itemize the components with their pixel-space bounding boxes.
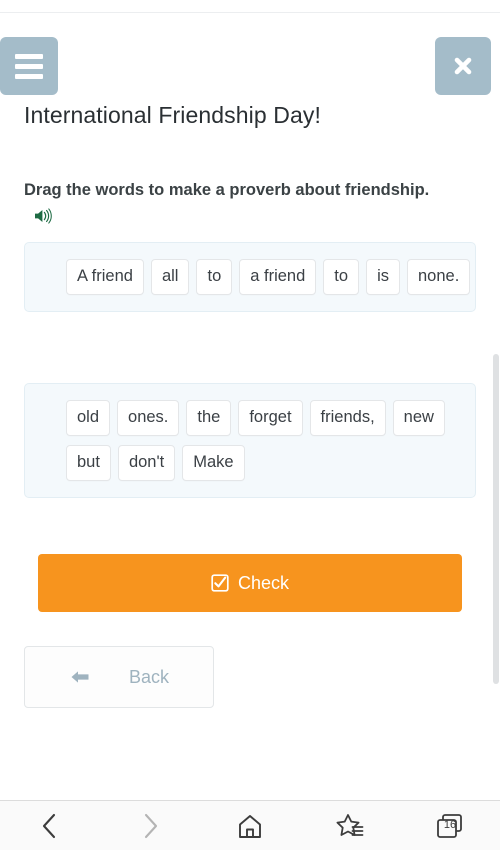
answer-word-chip[interactable]: A friend bbox=[66, 259, 144, 295]
chevron-right-icon bbox=[144, 813, 158, 838]
word-bank-chip[interactable]: new bbox=[392, 400, 445, 436]
answer-word-chip[interactable]: none. bbox=[406, 259, 471, 295]
close-button[interactable] bbox=[435, 37, 491, 95]
page-scrollbar-thumb[interactable] bbox=[493, 354, 499, 684]
answer-word-chip-list: A friend all to a friend to is none. bbox=[66, 259, 475, 295]
instruction-text-block: Drag the words to make a proverb about f… bbox=[24, 177, 444, 233]
close-x-icon bbox=[454, 57, 472, 75]
page-viewport: International Friendship Day! Drag the w… bbox=[0, 14, 500, 800]
check-button-label: Check bbox=[237, 572, 290, 593]
answer-word-chip[interactable]: to bbox=[196, 259, 233, 295]
arrow-left-icon bbox=[71, 671, 89, 683]
answer-word-chip[interactable]: a friend bbox=[239, 259, 317, 295]
word-bank-chip[interactable]: ones. bbox=[117, 400, 180, 436]
hamburger-menu-icon bbox=[15, 63, 43, 69]
word-bank-chip[interactable]: the bbox=[186, 400, 232, 436]
tabs-stack-icon bbox=[437, 813, 462, 838]
page-title: International Friendship Day! bbox=[24, 102, 321, 128]
back-button[interactable]: Back bbox=[24, 646, 214, 708]
hamburger-menu-icon bbox=[15, 53, 43, 59]
browser-bottom-nav: 16 bbox=[0, 800, 500, 850]
answer-word-chip[interactable]: is bbox=[366, 259, 400, 295]
word-bank-chip[interactable]: but bbox=[66, 444, 111, 481]
browser-forward-button[interactable] bbox=[122, 803, 178, 849]
word-bank-chip[interactable]: don't bbox=[117, 444, 176, 481]
browser-home-button[interactable] bbox=[222, 803, 278, 849]
word-bank-panel[interactable]: old ones. the forget friends, new but don't Make bbox=[24, 383, 476, 498]
chevron-left-icon bbox=[42, 813, 56, 838]
hamburger-menu-button[interactable] bbox=[0, 37, 58, 95]
checkbox-checked-icon bbox=[211, 574, 229, 592]
answer-word-chip[interactable]: all bbox=[150, 259, 190, 295]
word-bank-chip[interactable]: old bbox=[66, 400, 111, 436]
back-button-label: Back bbox=[128, 666, 170, 687]
browser-back-button[interactable] bbox=[22, 803, 78, 849]
browser-bookmarks-button[interactable] bbox=[322, 803, 378, 849]
answer-word-chip[interactable]: to bbox=[323, 259, 360, 295]
instruction-text: Drag the words to make a proverb about f… bbox=[24, 181, 430, 199]
speaker-sound-icon[interactable] bbox=[34, 206, 53, 233]
word-bank-chip-list: old ones. the forget friends, new but don't Make bbox=[66, 400, 475, 481]
word-bank-chip[interactable]: forget bbox=[238, 400, 303, 436]
browser-tabs-button[interactable]: 16 bbox=[422, 803, 478, 849]
star-lines-icon bbox=[336, 813, 364, 836]
word-bank-chip[interactable]: friends, bbox=[309, 400, 386, 436]
word-bank-chip[interactable]: Make bbox=[182, 444, 245, 481]
check-button[interactable]: Check bbox=[38, 554, 462, 612]
home-icon bbox=[239, 814, 261, 838]
hamburger-menu-icon bbox=[15, 73, 43, 79]
browser-toolbar-edge bbox=[0, 0, 500, 13]
answer-drop-panel[interactable]: A friend all to a friend to is none. bbox=[24, 242, 476, 312]
